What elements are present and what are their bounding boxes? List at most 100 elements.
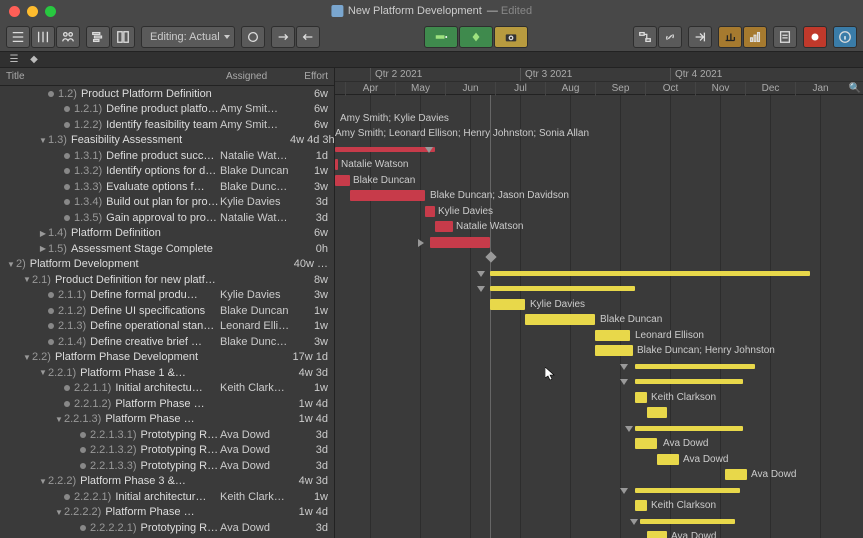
task-row[interactable]: 1.3.5)Gain approval to proceed …Natalie … [0, 210, 334, 226]
simulation-button[interactable] [743, 26, 767, 48]
task-row[interactable]: 2.1)Product Definition for new platform8… [0, 272, 334, 288]
task-row[interactable]: 1.2.2)Identify feasibility teamAmy Smit…… [0, 117, 334, 133]
group-expand-icon[interactable] [630, 519, 638, 525]
task-row[interactable]: 2.1.2)Define UI specificationsBlake Dunc… [0, 303, 334, 319]
task-row[interactable]: 2.2)Platform Phase Development17w 1d [0, 350, 334, 366]
gantt-bar[interactable] [335, 147, 435, 152]
group-expand-icon[interactable] [425, 147, 433, 153]
group-expand-icon[interactable] [620, 379, 628, 385]
gantt-bar[interactable] [490, 286, 635, 291]
disclosure-triangle[interactable] [38, 477, 48, 486]
task-row[interactable]: 1.2)Product Platform Definition6w [0, 86, 334, 102]
task-row[interactable]: 1.2.1)Define product platformAmy Smit…6w [0, 102, 334, 118]
task-row[interactable]: 2.2.1.3.1)Prototyping Round 1Ava Dowd3d [0, 427, 334, 443]
group-expand-icon[interactable] [477, 271, 485, 277]
disclosure-triangle[interactable] [54, 415, 64, 424]
task-row[interactable]: 1.3.4)Build out plan for produ…Kylie Dav… [0, 195, 334, 211]
gantt-panel[interactable]: Qtr 2 2021Qtr 3 2021Qtr 4 2021 🔍AprMayJu… [335, 68, 863, 538]
close-window-button[interactable] [9, 6, 20, 17]
task-row[interactable]: 2.2.1.3.2)Prototyping Round 2Ava Dowd3d [0, 443, 334, 459]
gantt-bar[interactable] [647, 531, 667, 538]
snapshot-button[interactable] [494, 26, 528, 48]
task-row[interactable]: 2.1.4)Define creative brief …Blake Dunca… [0, 334, 334, 350]
sync-button[interactable] [688, 26, 712, 48]
tag-icon[interactable]: ◆ [28, 54, 40, 66]
group-expand-icon[interactable] [620, 364, 628, 370]
gantt-bar[interactable] [657, 454, 679, 465]
column-effort[interactable]: Effort [290, 71, 334, 82]
gantt-bar[interactable] [430, 237, 490, 248]
task-row[interactable]: 2.2.2)Platform Phase 3 &…4w 3d [0, 474, 334, 490]
task-row[interactable]: 1.3.2)Identify options for developi…Blak… [0, 164, 334, 180]
gantt-bar[interactable] [595, 345, 633, 356]
task-list[interactable]: 1.2)Product Platform Definition6w1.2.1)D… [0, 86, 334, 538]
task-row[interactable]: 2.2.1.3.3)Prototyping Round 3Ava Dowd3d [0, 458, 334, 474]
task-row[interactable]: 2.2.1.2)Platform Phase …1w 4d [0, 396, 334, 412]
task-row[interactable]: 2.2.2.1)Initial architectur…Keith Clarks… [0, 489, 334, 505]
group-collapsed-icon[interactable] [418, 239, 424, 247]
gantt-bar[interactable] [490, 299, 525, 310]
milestone-icon[interactable] [485, 251, 496, 262]
link-button[interactable] [658, 26, 682, 48]
critical-path-button[interactable] [633, 26, 657, 48]
disclosure-triangle[interactable] [38, 136, 48, 145]
reports-button[interactable] [773, 26, 797, 48]
editing-mode-select[interactable]: Editing: Actual [141, 26, 235, 48]
baseline-button[interactable] [718, 26, 742, 48]
gantt-bar[interactable] [635, 364, 755, 369]
task-row[interactable]: 2.2.2.2)Platform Phase …1w 4d [0, 505, 334, 521]
gantt-bar[interactable] [425, 206, 435, 217]
task-row[interactable]: 2.2.2.2.1)Prototyping Round 1Ava Dowd3d [0, 520, 334, 536]
view-columns-button[interactable] [31, 26, 55, 48]
gantt-bar[interactable] [335, 159, 338, 170]
view-resource-button[interactable] [56, 26, 80, 48]
column-title[interactable]: Title [0, 71, 220, 82]
gantt-bar[interactable] [335, 175, 350, 186]
disclosure-triangle[interactable] [22, 275, 32, 284]
info-button[interactable] [833, 26, 857, 48]
gantt-bar[interactable] [635, 392, 647, 403]
column-assigned[interactable]: Assigned [220, 71, 290, 82]
gantt-bar[interactable] [635, 488, 740, 493]
add-task-button[interactable] [424, 26, 458, 48]
task-row[interactable]: 2)Platform Development40w … [0, 257, 334, 273]
task-row[interactable]: 1.3)Feasibility Assessment4w 4d 3h [0, 133, 334, 149]
add-milestone-button[interactable] [459, 26, 493, 48]
group-expand-icon[interactable] [625, 426, 633, 432]
view-outline-button[interactable] [6, 26, 30, 48]
gantt-bar[interactable] [640, 519, 735, 524]
task-row[interactable]: 2.2.1.3)Platform Phase …1w 4d [0, 412, 334, 428]
gantt-chart[interactable]: Amy Smith; Kylie DaviesAmy Smith; Leonar… [335, 95, 863, 538]
reschedule-button[interactable] [296, 26, 320, 48]
gantt-bar[interactable] [647, 407, 667, 418]
disclosure-triangle[interactable] [38, 229, 48, 238]
task-row[interactable]: 1.3.3)Evaluate options f…Blake Dunca…3w [0, 179, 334, 195]
group-expand-icon[interactable] [620, 488, 628, 494]
disclosure-triangle[interactable] [38, 368, 48, 377]
gantt-bar[interactable] [490, 271, 810, 276]
gantt-bar[interactable] [635, 379, 743, 384]
hierarchy-icon[interactable]: ☰ [8, 54, 20, 66]
task-row[interactable]: 1.3.1)Define product succe…Natalie Watso… [0, 148, 334, 164]
catch-up-button[interactable] [271, 26, 295, 48]
filter-button[interactable] [241, 26, 265, 48]
task-row[interactable]: 1.5)Assessment Stage Complete0h [0, 241, 334, 257]
disclosure-triangle[interactable] [6, 260, 16, 269]
task-row[interactable]: 2.1.1)Define formal produ…Kylie Davies3w [0, 288, 334, 304]
task-row[interactable]: 2.2.1.1)Initial architectu…Keith Clarkso… [0, 381, 334, 397]
gantt-bar[interactable] [635, 500, 647, 511]
minimize-window-button[interactable] [27, 6, 38, 17]
task-row[interactable]: 2.1.3)Define operational standar…Leonard… [0, 319, 334, 335]
group-expand-icon[interactable] [477, 286, 485, 292]
disclosure-triangle[interactable] [54, 508, 64, 517]
gantt-bar[interactable] [595, 330, 630, 341]
zoom-icon[interactable]: 🔍 [849, 83, 861, 94]
gantt-bar[interactable] [350, 190, 425, 201]
zoom-window-button[interactable] [45, 6, 56, 17]
disclosure-triangle[interactable] [22, 353, 32, 362]
gantt-bar[interactable] [435, 221, 453, 232]
layout-button[interactable] [111, 26, 135, 48]
gantt-bar[interactable] [525, 314, 595, 325]
view-gantt-button[interactable] [86, 26, 110, 48]
record-button[interactable] [803, 26, 827, 48]
